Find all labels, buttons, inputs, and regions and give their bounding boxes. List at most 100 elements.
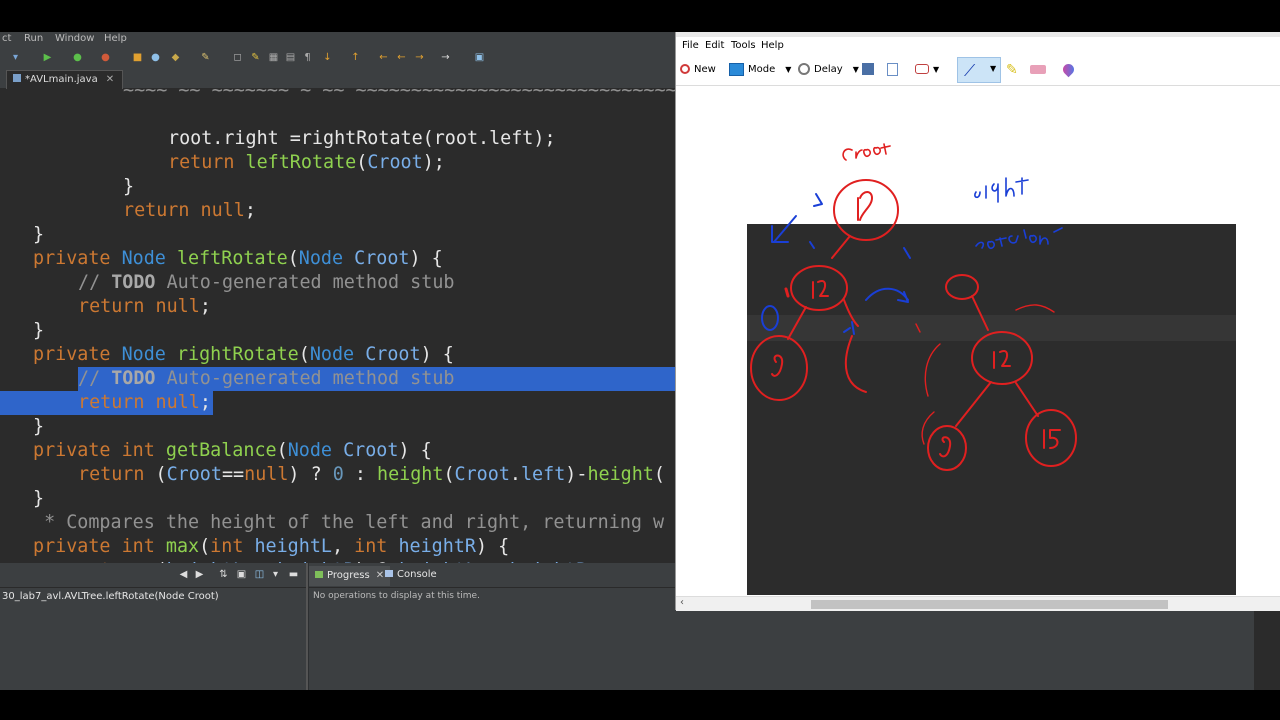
code-token: private int xyxy=(33,440,166,461)
back-icon[interactable]: ◀ xyxy=(178,569,189,580)
back-icon[interactable]: ← xyxy=(396,52,407,63)
code-token: rightRotate xyxy=(176,344,299,365)
code-line[interactable]: } xyxy=(33,223,44,247)
forward-icon[interactable]: → xyxy=(414,52,425,63)
code-line[interactable]: // TODO Auto-generated method stub xyxy=(78,271,454,295)
code-line[interactable]: private Node rightRotate(Node Croot) { xyxy=(33,343,454,367)
hierarchy-icon[interactable]: ⇅ xyxy=(218,569,229,580)
menu-edit[interactable]: Edit xyxy=(705,40,724,51)
search-icon[interactable]: ✎ xyxy=(200,52,211,63)
highlight-icon[interactable]: ✎ xyxy=(250,52,261,63)
paint3d-icon xyxy=(1060,61,1077,77)
chevron-down-icon[interactable]: ▼ xyxy=(990,64,996,73)
copy-button[interactable] xyxy=(887,61,902,79)
mode-button[interactable]: Mode ▼ xyxy=(729,61,791,79)
code-token: . xyxy=(509,464,521,485)
horizontal-scrollbar[interactable]: ‹ xyxy=(676,596,1280,611)
code-line[interactable]: return null; xyxy=(78,295,211,319)
code-line[interactable]: * Compares the height of the left and ri… xyxy=(33,511,664,535)
block-select-icon[interactable]: ▦ xyxy=(268,52,279,63)
scroll-left-icon[interactable]: ‹ xyxy=(680,597,684,608)
call-hierarchy-item[interactable]: 30_lab7_avl.AVLTree.leftRotate(Node Croo… xyxy=(2,591,219,602)
view-menu-icon[interactable]: ▾ xyxy=(270,569,281,580)
code-token: ( xyxy=(356,152,368,173)
code-editor[interactable]: ~~~~ ~~ ~~~~~~~ ~ ~~ ~~~~~~~~~~~~~~~~~~~… xyxy=(0,89,676,582)
new-label: New xyxy=(694,64,716,75)
menu-help[interactable]: Help xyxy=(104,33,127,44)
prev-annotation-icon[interactable]: ↑ xyxy=(350,52,361,63)
code-token: height xyxy=(377,464,444,485)
code-line[interactable]: } xyxy=(123,175,134,199)
clock-icon xyxy=(798,63,810,75)
code-line[interactable]: return null; xyxy=(78,391,211,415)
code-token: heightR xyxy=(398,536,476,557)
code-line[interactable]: return (Croot==null) ? 0 : height(Croot.… xyxy=(78,463,665,487)
code-token: Croot xyxy=(365,344,421,365)
snip-toolbar: New Mode ▼ Delay ▼ ▼ ⟋ ▼ ✎ xyxy=(676,55,1280,86)
code-line[interactable]: private Node leftRotate(Node Croot) { xyxy=(33,247,443,271)
new-class-icon[interactable]: ● xyxy=(150,52,161,63)
tab-console[interactable]: Console xyxy=(385,569,437,580)
code-line[interactable]: root.right =rightRotate(root.left); xyxy=(168,127,556,151)
delay-button[interactable]: Delay ▼ xyxy=(798,61,859,79)
code-token: // xyxy=(78,272,112,293)
chevron-down-icon[interactable]: ▼ xyxy=(933,65,939,74)
nav-forward-icon[interactable]: → xyxy=(440,52,451,63)
pen-button[interactable]: ⟋ ▼ xyxy=(957,57,1001,83)
code-token: return xyxy=(123,200,201,221)
show-whitespace-icon[interactable]: ▤ xyxy=(285,52,296,63)
code-line[interactable]: return null; xyxy=(123,199,256,223)
debug-icon[interactable]: ▾ xyxy=(10,52,21,63)
menu-file[interactable]: File xyxy=(682,40,699,51)
chevron-down-icon[interactable]: ▼ xyxy=(785,65,791,74)
coverage-icon[interactable]: ● xyxy=(72,52,83,63)
close-icon[interactable]: ✕ xyxy=(376,570,384,581)
external-tools-icon[interactable]: ● xyxy=(100,52,111,63)
minimize-icon[interactable]: ▬ xyxy=(288,569,299,580)
save-button[interactable] xyxy=(862,61,878,79)
scrollbar-thumb[interactable] xyxy=(811,600,1168,609)
open-type-icon[interactable]: ◆ xyxy=(170,52,181,63)
edge-15-12 xyxy=(831,235,851,259)
code-line[interactable]: } xyxy=(33,415,44,439)
perspective-icon[interactable]: ▣ xyxy=(474,52,485,63)
close-icon[interactable]: ✕ xyxy=(106,74,114,85)
progress-icon xyxy=(315,571,323,578)
highlighter-button[interactable]: ✎ xyxy=(1006,61,1018,79)
menu-tools[interactable]: Tools xyxy=(731,40,756,51)
menu-help[interactable]: Help xyxy=(761,40,784,51)
new-snip-button[interactable]: New xyxy=(680,61,716,79)
code-token: ) { xyxy=(398,440,432,461)
balance-1-red xyxy=(784,287,790,298)
run-icon[interactable]: ▶ xyxy=(42,52,53,63)
code-line[interactable]: // TODO Auto-generated method stub xyxy=(78,367,454,391)
snip-canvas[interactable] xyxy=(676,86,1280,596)
code-token: Node xyxy=(121,344,177,365)
menu-project[interactable]: ct xyxy=(2,33,11,44)
code-line[interactable]: private int max(int heightL, int heightR… xyxy=(33,535,509,559)
code-line[interactable]: return leftRotate(Croot); xyxy=(168,151,445,175)
new-package-icon[interactable]: ■ xyxy=(132,52,143,63)
send-button[interactable]: ▼ xyxy=(915,61,939,79)
tab-progress[interactable]: Progress ✕ xyxy=(309,566,391,586)
forward-icon[interactable]: ▶ xyxy=(194,569,205,580)
menu-run[interactable]: Run xyxy=(24,33,43,44)
call-hierarchy-header: ◀ ▶ ⇅ ▣ ◫ ▾ ▬ xyxy=(0,563,306,588)
code-line[interactable]: } xyxy=(33,487,44,511)
eraser-button[interactable] xyxy=(1030,61,1050,79)
code-line[interactable]: private int getBalance(Node Croot) { xyxy=(33,439,432,463)
last-edit-icon[interactable]: ← xyxy=(378,52,389,63)
toggle-mark-icon[interactable]: ◻ xyxy=(232,52,243,63)
pin-icon[interactable]: ◫ xyxy=(254,569,265,580)
paint3d-button[interactable] xyxy=(1060,61,1078,79)
menu-window[interactable]: Window xyxy=(55,33,94,44)
editor-tab-avlmain[interactable]: *AVLmain.java ✕ xyxy=(6,70,124,89)
next-annotation-icon[interactable]: ↓ xyxy=(322,52,333,63)
ide-menubar: ct Run Window Help xyxy=(0,32,680,47)
collapse-icon[interactable]: ▣ xyxy=(236,569,247,580)
code-line[interactable]: } xyxy=(33,319,44,343)
chevron-down-icon[interactable]: ▼ xyxy=(853,65,859,74)
pilcrow-icon[interactable]: ¶ xyxy=(302,52,313,63)
code-token: null xyxy=(244,464,289,485)
code-token: , xyxy=(331,536,355,557)
